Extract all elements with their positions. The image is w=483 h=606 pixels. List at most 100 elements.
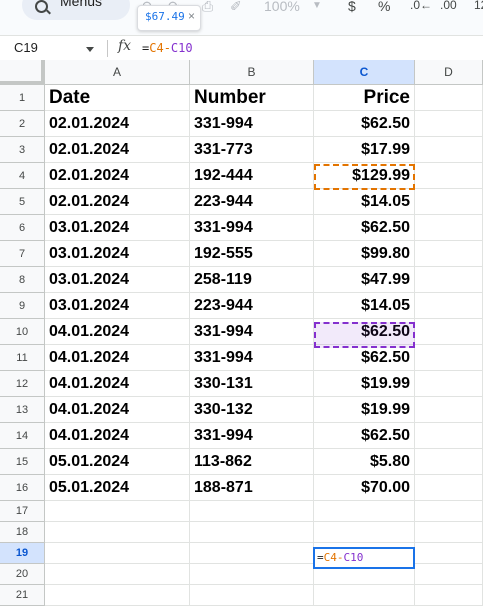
cell-c15[interactable]: $5.80 xyxy=(314,449,415,475)
cell-c11[interactable]: $62.50 xyxy=(314,345,415,371)
cell-d21[interactable] xyxy=(415,585,483,606)
cell-b3[interactable]: 331-773 xyxy=(190,137,314,163)
cell-d15[interactable] xyxy=(415,449,483,475)
formula-input[interactable]: =C4-C10 xyxy=(142,41,193,55)
cell-d5[interactable] xyxy=(415,189,483,215)
cell-a5[interactable]: 02.01.2024 xyxy=(45,189,190,215)
print-icon[interactable]: ⎙ xyxy=(202,0,213,15)
cell-b18[interactable] xyxy=(190,522,314,543)
cell-c17[interactable] xyxy=(314,501,415,522)
cell-d17[interactable] xyxy=(415,501,483,522)
cell-a17[interactable] xyxy=(45,501,190,522)
close-icon[interactable]: × xyxy=(188,9,195,23)
paint-format-icon[interactable]: ✐ xyxy=(230,0,242,15)
percent-format-button[interactable]: % xyxy=(378,0,390,14)
row-header-13[interactable]: 13 xyxy=(0,397,45,423)
cell-a9[interactable]: 03.01.2024 xyxy=(45,293,190,319)
cell-c13[interactable]: $19.99 xyxy=(314,397,415,423)
cell-c16[interactable]: $70.00 xyxy=(314,475,415,501)
cell-a13[interactable]: 04.01.2024 xyxy=(45,397,190,423)
font-size-field[interactable]: 12 xyxy=(474,0,483,12)
cell-d18[interactable] xyxy=(415,522,483,543)
column-header-d[interactable]: D xyxy=(415,60,483,85)
row-header-21[interactable]: 21 xyxy=(0,585,45,606)
cell-a6[interactable]: 03.01.2024 xyxy=(45,215,190,241)
cell-b11[interactable]: 331-994 xyxy=(190,345,314,371)
cell-b12[interactable]: 330-131 xyxy=(190,371,314,397)
cell-d13[interactable] xyxy=(415,397,483,423)
increase-decimal-button[interactable]: .00 xyxy=(440,0,457,12)
cell-c7[interactable]: $99.80 xyxy=(314,241,415,267)
cell-d12[interactable] xyxy=(415,371,483,397)
cell-d2[interactable] xyxy=(415,111,483,137)
cell-a7[interactable]: 03.01.2024 xyxy=(45,241,190,267)
cell-c21[interactable] xyxy=(314,585,415,606)
cell-a11[interactable]: 04.01.2024 xyxy=(45,345,190,371)
cell-b8[interactable]: 258-119 xyxy=(190,267,314,293)
cell-b10[interactable]: 331-994 xyxy=(190,319,314,345)
row-header-2[interactable]: 2 xyxy=(0,111,45,137)
row-header-1[interactable]: 1 xyxy=(0,85,45,111)
cell-a19[interactable] xyxy=(45,543,190,564)
cell-d20[interactable] xyxy=(415,564,483,585)
cell-b21[interactable] xyxy=(190,585,314,606)
cell-b2[interactable]: 331-994 xyxy=(190,111,314,137)
column-header-b[interactable]: B xyxy=(190,60,314,85)
header-cell-date[interactable]: Date xyxy=(45,85,190,111)
column-header-a[interactable]: A xyxy=(45,60,190,85)
row-header-20[interactable]: 20 xyxy=(0,564,45,585)
row-header-14[interactable]: 14 xyxy=(0,423,45,449)
cell-b6[interactable]: 331-994 xyxy=(190,215,314,241)
row-header-5[interactable]: 5 xyxy=(0,189,45,215)
row-header-3[interactable]: 3 xyxy=(0,137,45,163)
cell-d16[interactable] xyxy=(415,475,483,501)
cell-c2[interactable]: $62.50 xyxy=(314,111,415,137)
cell-a2[interactable]: 02.01.2024 xyxy=(45,111,190,137)
row-header-15[interactable]: 15 xyxy=(0,449,45,475)
chevron-down-icon[interactable] xyxy=(86,47,94,52)
cell-d8[interactable] xyxy=(415,267,483,293)
cell-d4[interactable] xyxy=(415,163,483,189)
zoom-select[interactable]: 100% xyxy=(264,0,300,14)
cell-d10[interactable] xyxy=(415,319,483,345)
decrease-decimal-button[interactable]: .0← xyxy=(410,0,432,12)
cell-a21[interactable] xyxy=(45,585,190,606)
cell-c9[interactable]: $14.05 xyxy=(314,293,415,319)
active-cell-editor[interactable]: =C4-C10 xyxy=(313,547,415,569)
cell-a8[interactable]: 03.01.2024 xyxy=(45,267,190,293)
cell-a4[interactable]: 02.01.2024 xyxy=(45,163,190,189)
header-cell-number[interactable]: Number xyxy=(190,85,314,111)
cell-b9[interactable]: 223-944 xyxy=(190,293,314,319)
row-header-4[interactable]: 4 xyxy=(0,163,45,189)
row-header-10[interactable]: 10 xyxy=(0,319,45,345)
row-header-19[interactable]: 19 xyxy=(0,543,45,564)
cell-b4[interactable]: 192-444 xyxy=(190,163,314,189)
currency-format-button[interactable]: $ xyxy=(348,0,356,14)
row-header-16[interactable]: 16 xyxy=(0,475,45,501)
cell-d19[interactable] xyxy=(415,543,483,564)
name-box[interactable]: C19 xyxy=(14,40,38,55)
cell-c3[interactable]: $17.99 xyxy=(314,137,415,163)
cell-b16[interactable]: 188-871 xyxy=(190,475,314,501)
row-header-8[interactable]: 8 xyxy=(0,267,45,293)
cell-b17[interactable] xyxy=(190,501,314,522)
cell-b15[interactable]: 113-862 xyxy=(190,449,314,475)
select-all-corner[interactable] xyxy=(0,60,45,85)
cell-d9[interactable] xyxy=(415,293,483,319)
column-header-c[interactable]: C xyxy=(314,60,415,85)
cell-d3[interactable] xyxy=(415,137,483,163)
cell-c8[interactable]: $47.99 xyxy=(314,267,415,293)
cell-b20[interactable] xyxy=(190,564,314,585)
cell-a20[interactable] xyxy=(45,564,190,585)
cell-c5[interactable]: $14.05 xyxy=(314,189,415,215)
cell-b13[interactable]: 330-132 xyxy=(190,397,314,423)
cell-d14[interactable] xyxy=(415,423,483,449)
cell-c12[interactable]: $19.99 xyxy=(314,371,415,397)
cell-b14[interactable]: 331-994 xyxy=(190,423,314,449)
cell-a12[interactable]: 04.01.2024 xyxy=(45,371,190,397)
cell-a18[interactable] xyxy=(45,522,190,543)
row-header-17[interactable]: 17 xyxy=(0,501,45,522)
row-header-18[interactable]: 18 xyxy=(0,522,45,543)
cell-c10[interactable]: $62.50 xyxy=(314,319,415,345)
cell-a14[interactable]: 04.01.2024 xyxy=(45,423,190,449)
